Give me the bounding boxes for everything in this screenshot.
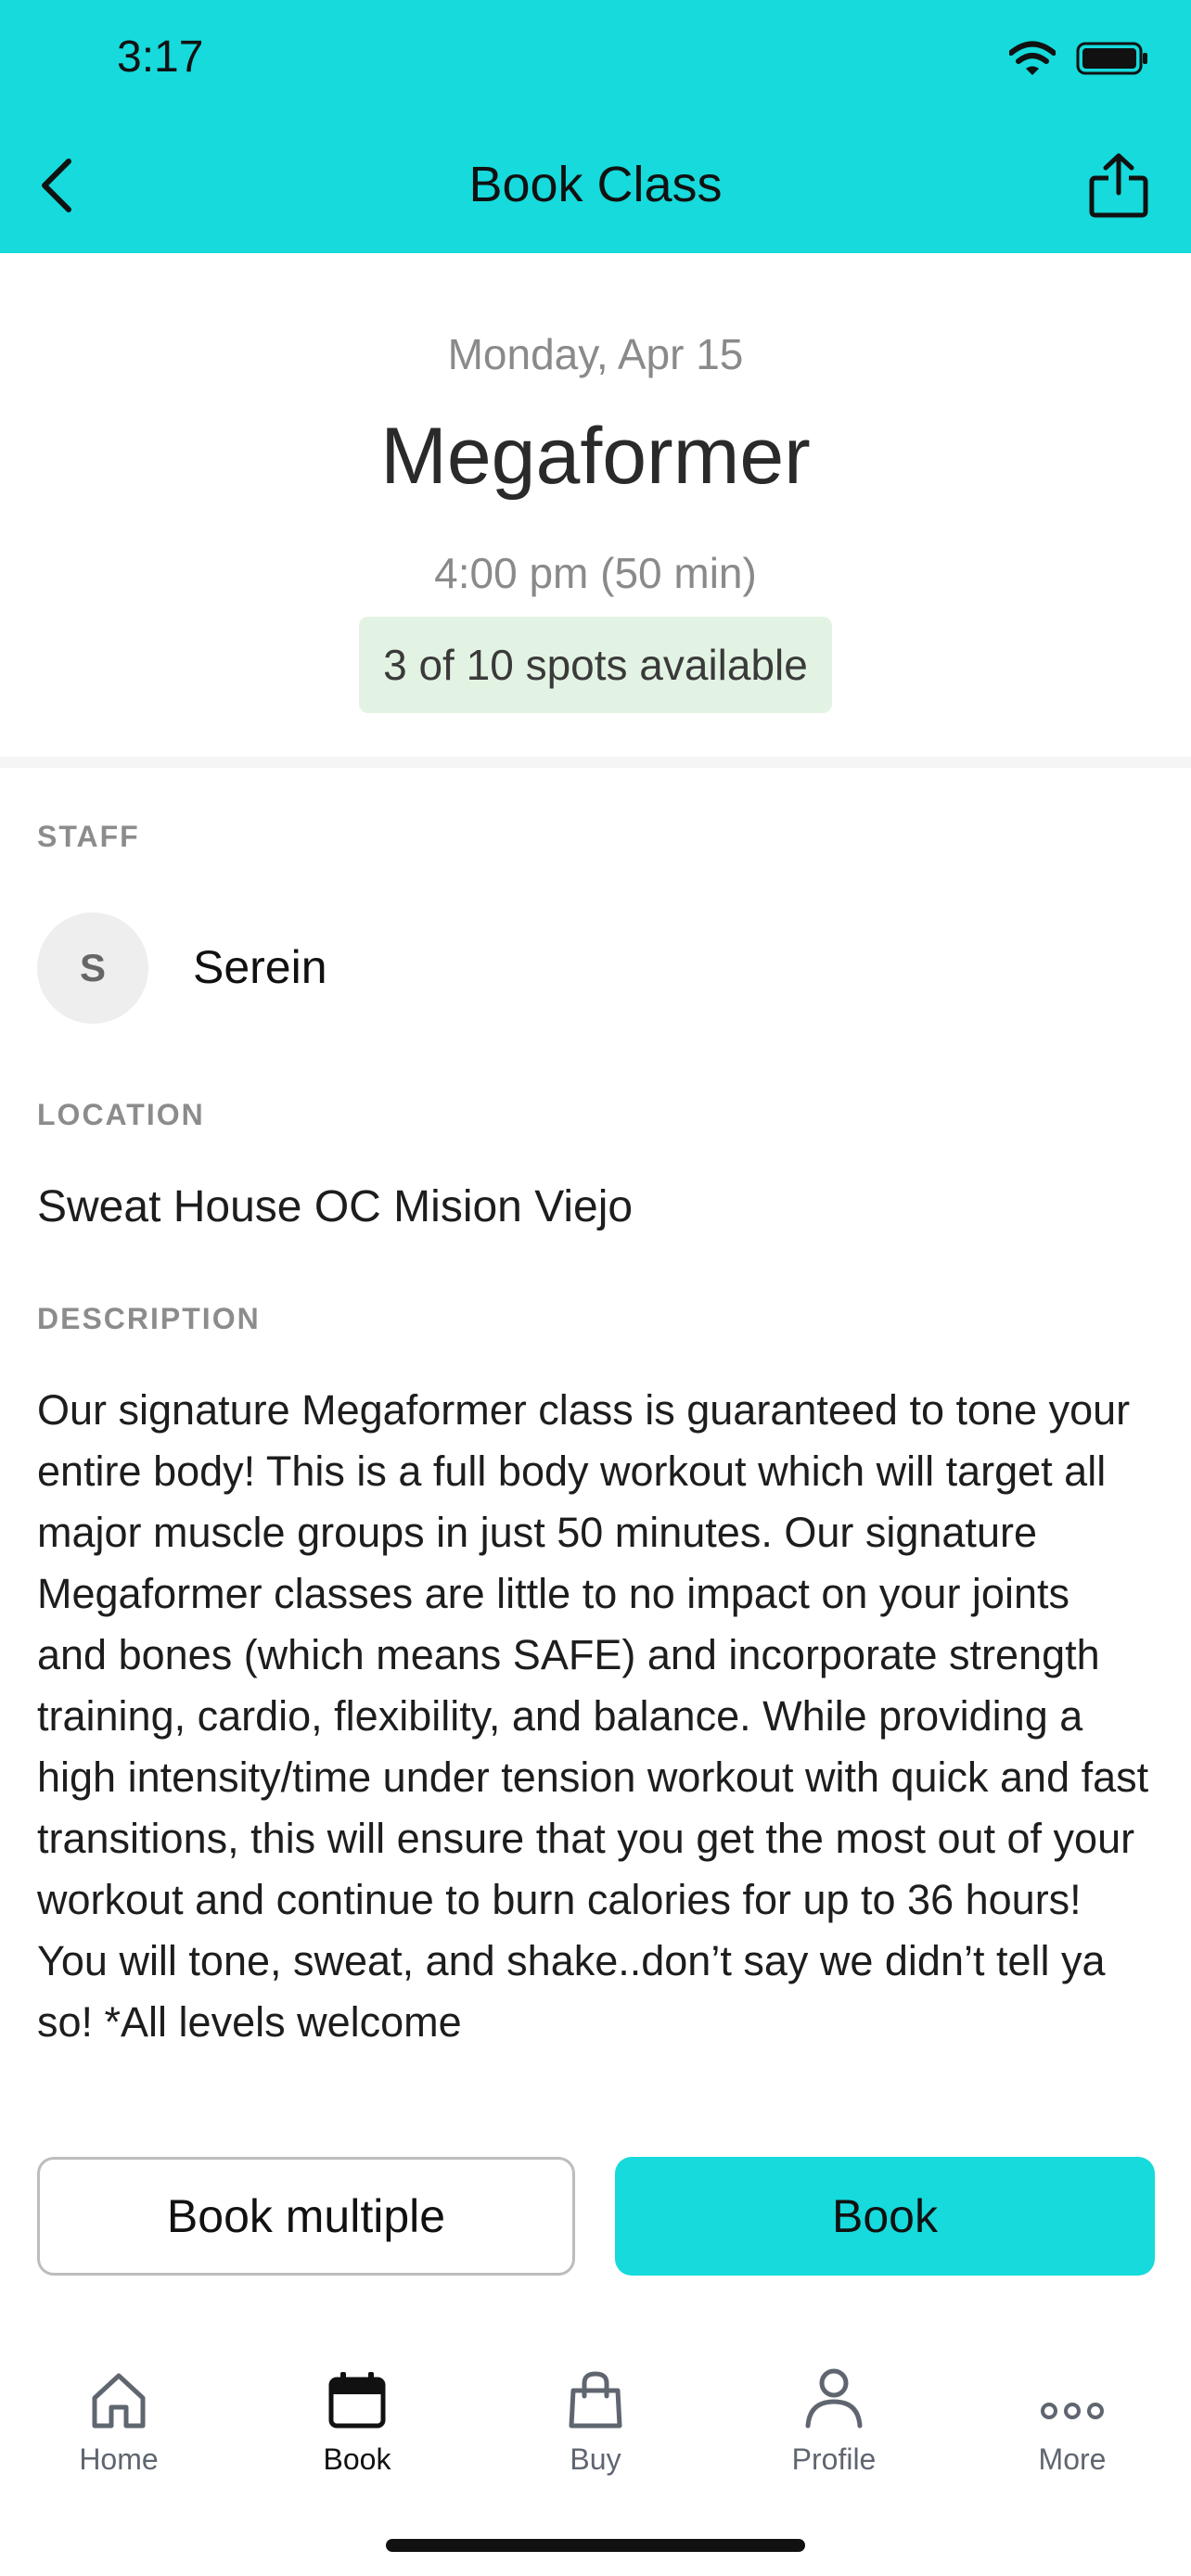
more-icon (1041, 2403, 1104, 2419)
spots-available-badge: 3 of 10 spots available (359, 617, 832, 713)
class-summary: Monday, Apr 15 Megaformer 4:00 pm (50 mi… (0, 253, 1191, 765)
staff-label: STAFF (37, 820, 140, 853)
book-button[interactable]: Book (615, 2157, 1155, 2276)
tab-bar: Home Book Buy Profile More (0, 2337, 1191, 2522)
top-header: 3:17 Book Class (0, 0, 1191, 253)
class-name: Megaformer (380, 412, 811, 501)
tab-more-label: More (1038, 2442, 1107, 2476)
home-indicator (386, 2539, 805, 2552)
calendar-icon (328, 2372, 386, 2429)
home-icon (92, 2373, 146, 2429)
wifi-icon (1008, 41, 1057, 81)
location-label: LOCATION (37, 1098, 205, 1131)
status-icons (1008, 41, 1150, 81)
share-button[interactable] (1082, 148, 1156, 223)
tab-home-label: Home (79, 2442, 159, 2476)
class-time: 4:00 pm (50 min) (434, 549, 757, 597)
tab-profile-label: Profile (791, 2442, 877, 2476)
tab-more[interactable]: More (980, 2337, 1165, 2485)
shopping-bag-icon (569, 2371, 622, 2429)
tab-book[interactable]: Book (264, 2337, 450, 2485)
location-name: Sweat House OC Mision Viejo (37, 1182, 634, 1231)
tab-buy[interactable]: Buy (503, 2337, 688, 2485)
tab-buy-label: Buy (570, 2442, 621, 2476)
tab-book-label: Book (323, 2442, 391, 2476)
staff-name[interactable]: Serein (193, 940, 327, 994)
tab-profile[interactable]: Profile (741, 2337, 927, 2485)
page-title: Book Class (468, 157, 723, 212)
share-icon (1089, 153, 1148, 218)
battery-icon (1076, 41, 1150, 81)
class-date: Monday, Apr 15 (447, 330, 744, 378)
staff-avatar: S (37, 912, 148, 1024)
book-multiple-button[interactable]: Book multiple (37, 2157, 575, 2276)
description-label: DESCRIPTION (37, 1302, 261, 1335)
section-divider (0, 757, 1191, 768)
person-icon (805, 2368, 863, 2429)
tab-home[interactable]: Home (26, 2337, 211, 2485)
status-time: 3:17 (117, 32, 204, 82)
description-text: Our signature Megaformer class is guaran… (37, 1386, 1149, 2046)
